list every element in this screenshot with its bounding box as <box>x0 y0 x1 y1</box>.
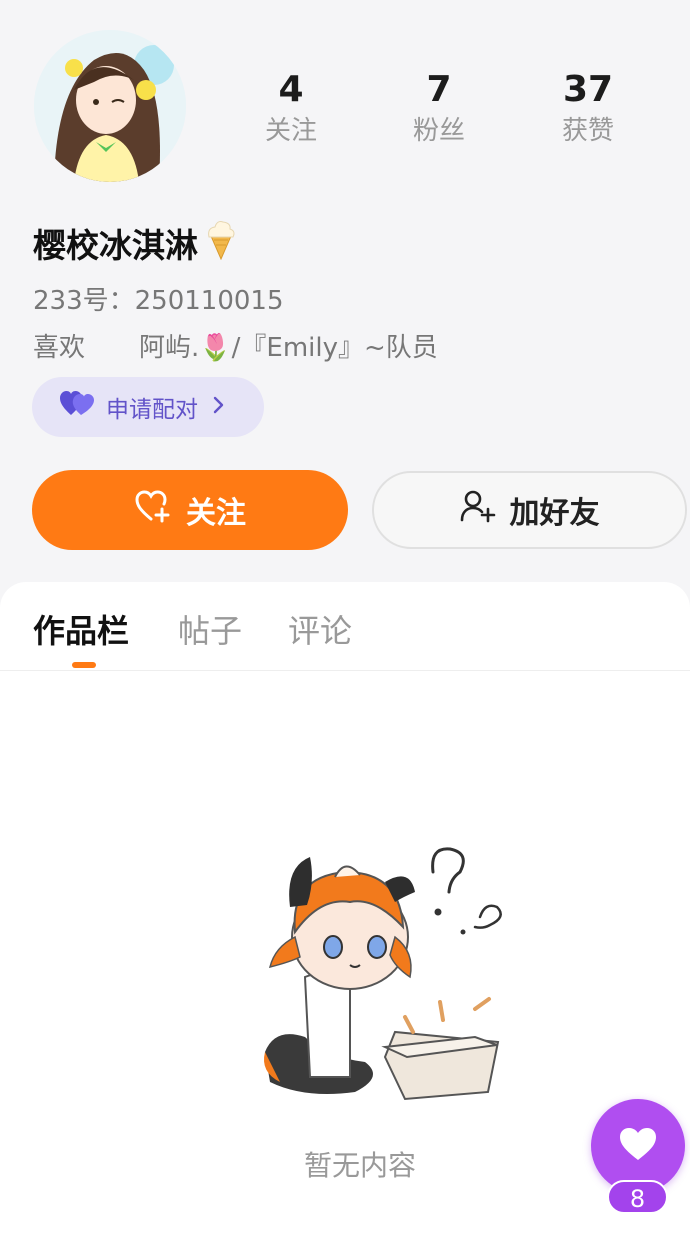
add-friend-button[interactable]: 加好友 <box>372 471 687 549</box>
add-user-icon <box>460 489 496 531</box>
likes-target[interactable]: 阿屿.🌷/『Emily』~队员 <box>139 327 438 364</box>
double-heart-icon <box>60 391 94 423</box>
tab-works[interactable]: 作品栏 <box>33 606 129 652</box>
ice-cream-icon <box>204 218 238 268</box>
apply-pair-button[interactable]: 申请配对 <box>32 377 264 437</box>
stat-likes-label: 获赞 <box>561 116 614 146</box>
floating-like-button[interactable] <box>591 1099 685 1193</box>
stat-fans-label: 粉丝 <box>412 116 465 146</box>
stat-fans-value: 7 <box>426 69 452 110</box>
likes-label: 喜欢 <box>33 333 86 363</box>
tab-comments[interactable]: 评论 <box>288 606 352 652</box>
profile-name: 樱校冰淇淋 <box>33 218 238 268</box>
floating-badge-count: 8 <box>607 1180 668 1214</box>
heart-plus-icon <box>134 489 172 531</box>
stat-fans[interactable]: 7 粉丝 <box>379 68 499 150</box>
stat-following-label: 关注 <box>264 116 317 146</box>
stat-following[interactable]: 4 关注 <box>231 68 351 150</box>
likes-row: 喜欢 阿屿.🌷/『Emily』~队员 <box>33 327 438 364</box>
stat-likes[interactable]: 37 获赞 <box>528 68 648 150</box>
add-friend-label: 加好友 <box>509 496 600 531</box>
apply-pair-label: 申请配对 <box>106 397 198 423</box>
empty-illustration <box>235 837 515 1107</box>
avatar[interactable] <box>34 30 186 182</box>
chevron-right-icon <box>212 394 224 420</box>
heart-icon <box>618 1126 658 1166</box>
follow-label: 关注 <box>186 496 246 531</box>
stat-likes-value: 37 <box>562 69 614 110</box>
tab-active-indicator <box>72 662 96 668</box>
content-panel: 作品栏 帖子 评论 暂无内容 <box>0 582 690 1255</box>
profile-name-text: 樱校冰淇淋 <box>33 226 198 265</box>
empty-state-text: 暂无内容 <box>303 1149 416 1182</box>
user-id: 233号：250110015 <box>33 286 284 316</box>
tab-posts[interactable]: 帖子 <box>178 606 242 652</box>
stat-following-value: 4 <box>278 69 304 110</box>
follow-button[interactable]: 关注 <box>32 470 348 550</box>
profile-header: 4 关注 7 粉丝 37 获赞 樱校冰淇淋 233号：250110015 喜欢 … <box>0 0 690 590</box>
tab-bar: 作品栏 帖子 评论 <box>0 582 690 671</box>
